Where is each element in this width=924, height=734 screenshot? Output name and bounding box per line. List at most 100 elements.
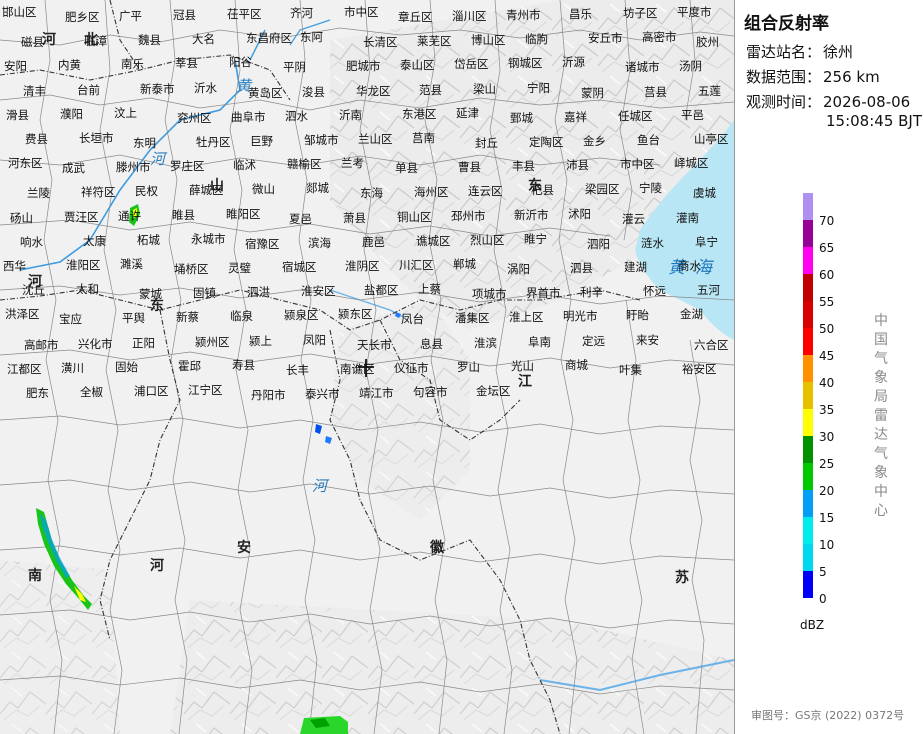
place-label: 盱眙	[626, 308, 649, 323]
place-label: 阜南	[528, 334, 551, 349]
place-label: 费县	[25, 132, 48, 146]
place-label: 罗山	[457, 359, 480, 374]
place-label: 章丘区	[398, 10, 433, 24]
place-label: 霍邱	[178, 358, 201, 373]
place-label: 全椒	[80, 385, 103, 399]
place-label: 响水	[20, 234, 43, 249]
place-label: 淮阴区	[345, 259, 380, 273]
place-label: 息县	[420, 336, 443, 351]
place-label: 凤台	[401, 312, 424, 327]
place-label: 东昌府区	[246, 31, 292, 46]
place-label: 砀山	[10, 210, 33, 225]
place-label: 项城市	[472, 287, 507, 302]
place-label: 淮滨	[474, 335, 497, 350]
place-label: 沛县	[566, 158, 589, 173]
place-label: 裕安区	[682, 361, 717, 376]
place-label: 濮阳	[60, 106, 83, 121]
place-label: 兰考	[341, 156, 364, 171]
place-label: 仪征市	[394, 360, 429, 375]
place-label: 靖江市	[359, 386, 394, 400]
place-label: 丰县	[512, 159, 535, 174]
place-label: 颍东区	[338, 307, 373, 322]
place-label: 宝应	[59, 312, 82, 327]
place-label: 东海	[360, 186, 383, 201]
legend-swatch	[803, 328, 813, 355]
place-label: 临泉	[230, 309, 253, 324]
place-label: 睢阳区	[226, 206, 261, 221]
place-label: 新蔡	[176, 310, 199, 325]
legend-swatch	[803, 355, 813, 382]
place-label: 天长市	[357, 337, 392, 352]
legend-tick: 35	[819, 403, 835, 417]
place-label: 祥符区	[81, 185, 116, 200]
legend-tick: 40	[819, 376, 835, 390]
place-label: 平邑	[681, 107, 704, 122]
place-label: 涡阳	[507, 262, 530, 276]
place-label: 光山	[511, 358, 534, 373]
place-label: 沭阳	[568, 206, 591, 221]
place-label: 东阿	[300, 30, 323, 45]
place-label: 江都区	[7, 361, 42, 376]
place-label: 成武	[62, 161, 85, 176]
place-label: 长丰	[286, 362, 309, 377]
place-label: 兴化市	[78, 336, 113, 351]
place-label: 浚县	[302, 84, 325, 99]
place-label: 高邮市	[24, 337, 59, 352]
place-label: 东明	[133, 136, 156, 150]
place-label: 蒙城	[139, 287, 162, 302]
place-label: 夏邑	[289, 211, 312, 226]
place-label: 滕州市	[116, 160, 151, 175]
place-label: 海州区	[414, 185, 449, 200]
station-key: 雷达站名：	[746, 43, 822, 61]
place-label: 延津	[456, 105, 479, 120]
radar-map[interactable]: 黄海黄河河河北山东河南江安徽苏东河邯山区 肥乡区 广平 冠县 茌平区 齐河 市中区 章丘区 淄川…	[0, 0, 734, 734]
legend-swatch	[803, 490, 813, 517]
station-row: 雷达站名： 徐州	[746, 41, 853, 62]
place-label: 泰兴市	[305, 387, 340, 401]
place-label: 临漳	[84, 34, 107, 49]
place-label: 灌南	[676, 210, 699, 225]
legend-swatch	[803, 544, 813, 571]
place-label: 正阳	[132, 335, 155, 350]
place-label: 上蔡	[418, 282, 441, 297]
place-label: 五莲	[698, 83, 721, 98]
place-label: 峄城区	[674, 156, 709, 171]
place-label: 阳谷	[229, 55, 252, 70]
place-label: 滑县	[6, 107, 29, 122]
river-label: 河	[150, 150, 166, 168]
review-number: 审图号：GS京 (2022) 0372号	[751, 709, 905, 722]
place-label: 兰陵	[27, 186, 50, 201]
place-label: 永城市	[191, 231, 226, 246]
place-label: 南谯区	[340, 361, 375, 376]
place-label: 肥东	[26, 386, 49, 400]
place-label: 肥乡区	[65, 10, 100, 24]
place-label: 来安	[636, 332, 659, 347]
province-label: 河	[42, 32, 56, 48]
place-label: 界首市	[526, 286, 561, 301]
place-label: 曹县	[458, 160, 481, 175]
place-label: 定远	[582, 333, 605, 348]
place-label: 兰山区	[358, 132, 393, 146]
place-label: 江宁区	[188, 383, 223, 397]
place-label: 单县	[395, 161, 418, 176]
place-label: 薛城区	[189, 183, 224, 198]
legend-swatch	[803, 409, 813, 436]
place-label: 寿县	[232, 357, 255, 372]
place-label: 冠县	[173, 8, 196, 22]
place-label: 金湖	[680, 307, 703, 322]
place-label: 临沭	[233, 158, 256, 173]
place-label: 莘县	[175, 56, 198, 71]
place-label: 明光市	[563, 309, 598, 324]
place-label: 平阴	[283, 60, 306, 75]
place-label: 河东区	[8, 156, 43, 171]
place-label: 灌云	[622, 211, 645, 226]
place-label: 蒙阴	[581, 85, 604, 100]
legend-swatch	[803, 274, 813, 301]
place-label: 沂南	[339, 107, 362, 122]
place-label: 固镇	[193, 286, 216, 301]
place-label: 潢川	[61, 360, 84, 375]
legend-tick: 5	[819, 565, 827, 579]
place-label: 青州市	[506, 8, 541, 22]
place-label: 滨海	[308, 235, 331, 250]
place-label: 曲阜市	[231, 109, 266, 124]
